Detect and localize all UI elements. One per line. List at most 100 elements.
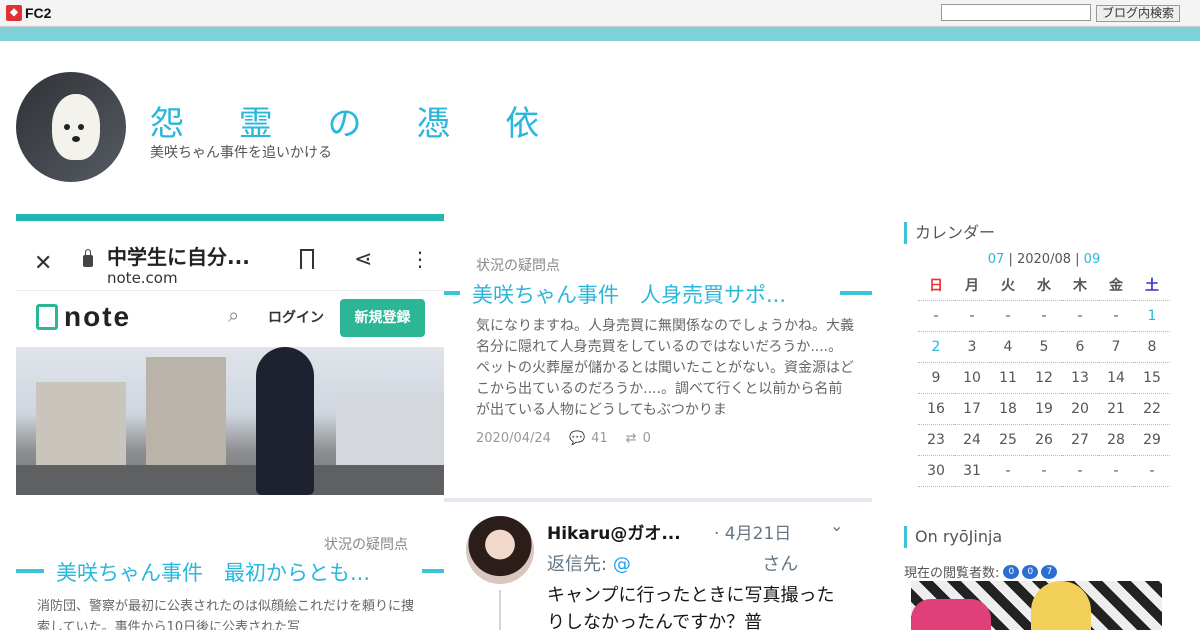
calendar-day: 25: [990, 424, 1026, 456]
blog-avatar[interactable]: [16, 72, 126, 182]
calendar-day: 23: [918, 424, 954, 456]
calendar-week: ------1: [918, 300, 1170, 332]
calendar-day: 26: [1026, 424, 1062, 456]
girl-figure: [256, 347, 314, 495]
trackbacks-value: 0: [642, 431, 651, 446]
retweet-icon: ⇄: [625, 431, 637, 446]
dog-image: [52, 94, 100, 160]
calendar-next-link[interactable]: 09: [1084, 252, 1101, 267]
calendar-empty-day: -: [1098, 455, 1134, 487]
tweet-date: · 4月21日: [714, 524, 792, 544]
post-card-2[interactable]: 状況の疑問点 美咲ちゃん事件 人身売買サポ... 気になりますね。人身売買に無関…: [444, 228, 872, 502]
calendar-day: 21: [1098, 393, 1134, 425]
viewers-label: 現在の閲覧者数:: [904, 566, 1000, 581]
calendar-day: 27: [1062, 424, 1098, 456]
calendar-empty-day: -: [918, 300, 954, 332]
weekday-tue: 火: [990, 270, 1026, 301]
post-1-title-text[interactable]: 美咲ちゃん事件 最初からとも...: [56, 557, 412, 587]
calendar-day: 16: [918, 393, 954, 425]
nav-sep: |: [1008, 252, 1013, 267]
calendar-day: 24: [954, 424, 990, 456]
calendar-day: 20: [1062, 393, 1098, 425]
note-logo-icon: [36, 304, 58, 330]
calendar-day: 19: [1026, 393, 1062, 425]
section-heading: On ryōJinja: [904, 526, 1002, 548]
building: [336, 392, 444, 467]
calendar-empty-day: -: [1062, 300, 1098, 332]
calendar-nav: 07 | 2020/08 | 09: [918, 252, 1170, 267]
calendar-day: 17: [954, 393, 990, 425]
weekday-wed: 水: [1026, 270, 1062, 301]
post-2-title[interactable]: 美咲ちゃん事件 人身売買サポ...: [444, 279, 872, 307]
calendar-week: 9 10 11 12 13 14 15: [918, 362, 1170, 394]
calendar-heading: カレンダー: [904, 222, 995, 244]
screenshot-page-url: note.com: [107, 269, 178, 287]
fc2-logo-icon: ◆: [6, 5, 22, 21]
post-2-category[interactable]: 状況の疑問点: [476, 255, 560, 275]
calendar-week: 30 31- - - - -: [918, 455, 1170, 487]
note-header-screenshot: note ⌕ ログイン 新規登録: [16, 290, 444, 347]
post-card-3[interactable]: Hikaru@ガオ... · 4月21日 ⌄ 返信先: @ さん キャンプに行っ…: [444, 502, 872, 633]
note-logo-text: note: [64, 301, 132, 332]
calendar-prev-link[interactable]: 07: [988, 252, 1005, 267]
calendar-empty-day: -: [1026, 300, 1062, 332]
counter-digits: 0 0 7: [1003, 564, 1058, 579]
calendar-weekdays: 日 月 火 水 木 金 土: [918, 270, 1170, 301]
title-deco-left: [16, 569, 44, 573]
calendar-day[interactable]: 2: [918, 331, 954, 363]
comments-count[interactable]: 💬 41: [569, 431, 608, 446]
title-deco-right: [422, 569, 444, 573]
note-login-label: ログイン: [268, 310, 324, 326]
counter-digit: 7: [1041, 564, 1058, 579]
post-2-date: 2020/04/24: [476, 431, 551, 446]
calendar-day: 11: [990, 362, 1026, 394]
calendar-day: 10: [954, 362, 990, 394]
blog-search-input[interactable]: [941, 4, 1091, 21]
calendar-day: 15: [1134, 362, 1170, 394]
calendar-day[interactable]: 1: [1134, 300, 1170, 332]
sidebar-banner-image[interactable]: [911, 581, 1162, 630]
calendar-empty-day: -: [990, 300, 1026, 332]
post-2-title-text[interactable]: 美咲ちゃん事件 人身売買サポ...: [472, 279, 828, 309]
more-vert-icon: ⋮: [410, 247, 430, 271]
trackback-count[interactable]: ⇄ 0: [626, 431, 651, 446]
fc2-logo[interactable]: ◆ FC2: [6, 5, 51, 21]
calendar-day: 4: [990, 331, 1026, 363]
calendar-empty-day: -: [990, 455, 1026, 487]
calendar-week: 16 17 18 19 20 21 22: [918, 393, 1170, 425]
calendar-week: 2345678: [918, 331, 1170, 363]
note-signup-label: 新規登録: [340, 299, 425, 337]
calendar-day: 6: [1062, 331, 1098, 363]
street-photo: [16, 347, 444, 495]
comments-value: 41: [591, 431, 608, 446]
screenshot-page-title: 中学生に自分...: [107, 245, 250, 269]
reply-suffix: さん: [762, 554, 799, 575]
building: [146, 357, 226, 467]
post-1-title[interactable]: 美咲ちゃん事件 最初からとも...: [16, 557, 444, 585]
site-title[interactable]: 怨 霊 の 憑 依: [150, 96, 561, 145]
calendar-day: 28: [1098, 424, 1134, 456]
share-icon: ⋖: [354, 247, 373, 272]
calendar-day: 8: [1134, 331, 1170, 363]
comment-icon: 💬: [568, 431, 586, 446]
banner-shape: [1031, 581, 1091, 630]
tweet-user-name: Hikaru@ガオ...: [547, 524, 681, 544]
title-deco-right: [840, 291, 872, 295]
weekday-sat: 土: [1134, 270, 1170, 301]
calendar-week: 23 24 25 26 27 28 29: [918, 424, 1170, 456]
accent-bar: [0, 27, 1200, 41]
nav-sep: |: [1075, 252, 1080, 267]
road: [16, 465, 444, 495]
weekday-sun: 日: [918, 270, 954, 301]
blog-search-button[interactable]: ブログ内検索: [1096, 5, 1181, 22]
post-2-excerpt: 気になりますね。人身売買に無関係なのでしょうかね。大義名分に隠れて人身売買をして…: [476, 318, 854, 418]
weekday-mon: 月: [954, 270, 990, 301]
reply-prefix: 返信先:: [547, 554, 608, 575]
calendar-empty-day: -: [1098, 300, 1134, 332]
calendar-empty-day: -: [954, 300, 990, 332]
tweet-text: キャンプに行ったときに写真撮ったりしなかったんですか？普: [547, 585, 835, 633]
calendar-day: 3: [954, 331, 990, 363]
calendar-day: 31: [954, 455, 990, 487]
search-icon: ⌕: [228, 303, 240, 327]
post-1-category[interactable]: 状況の疑問点: [16, 534, 408, 554]
